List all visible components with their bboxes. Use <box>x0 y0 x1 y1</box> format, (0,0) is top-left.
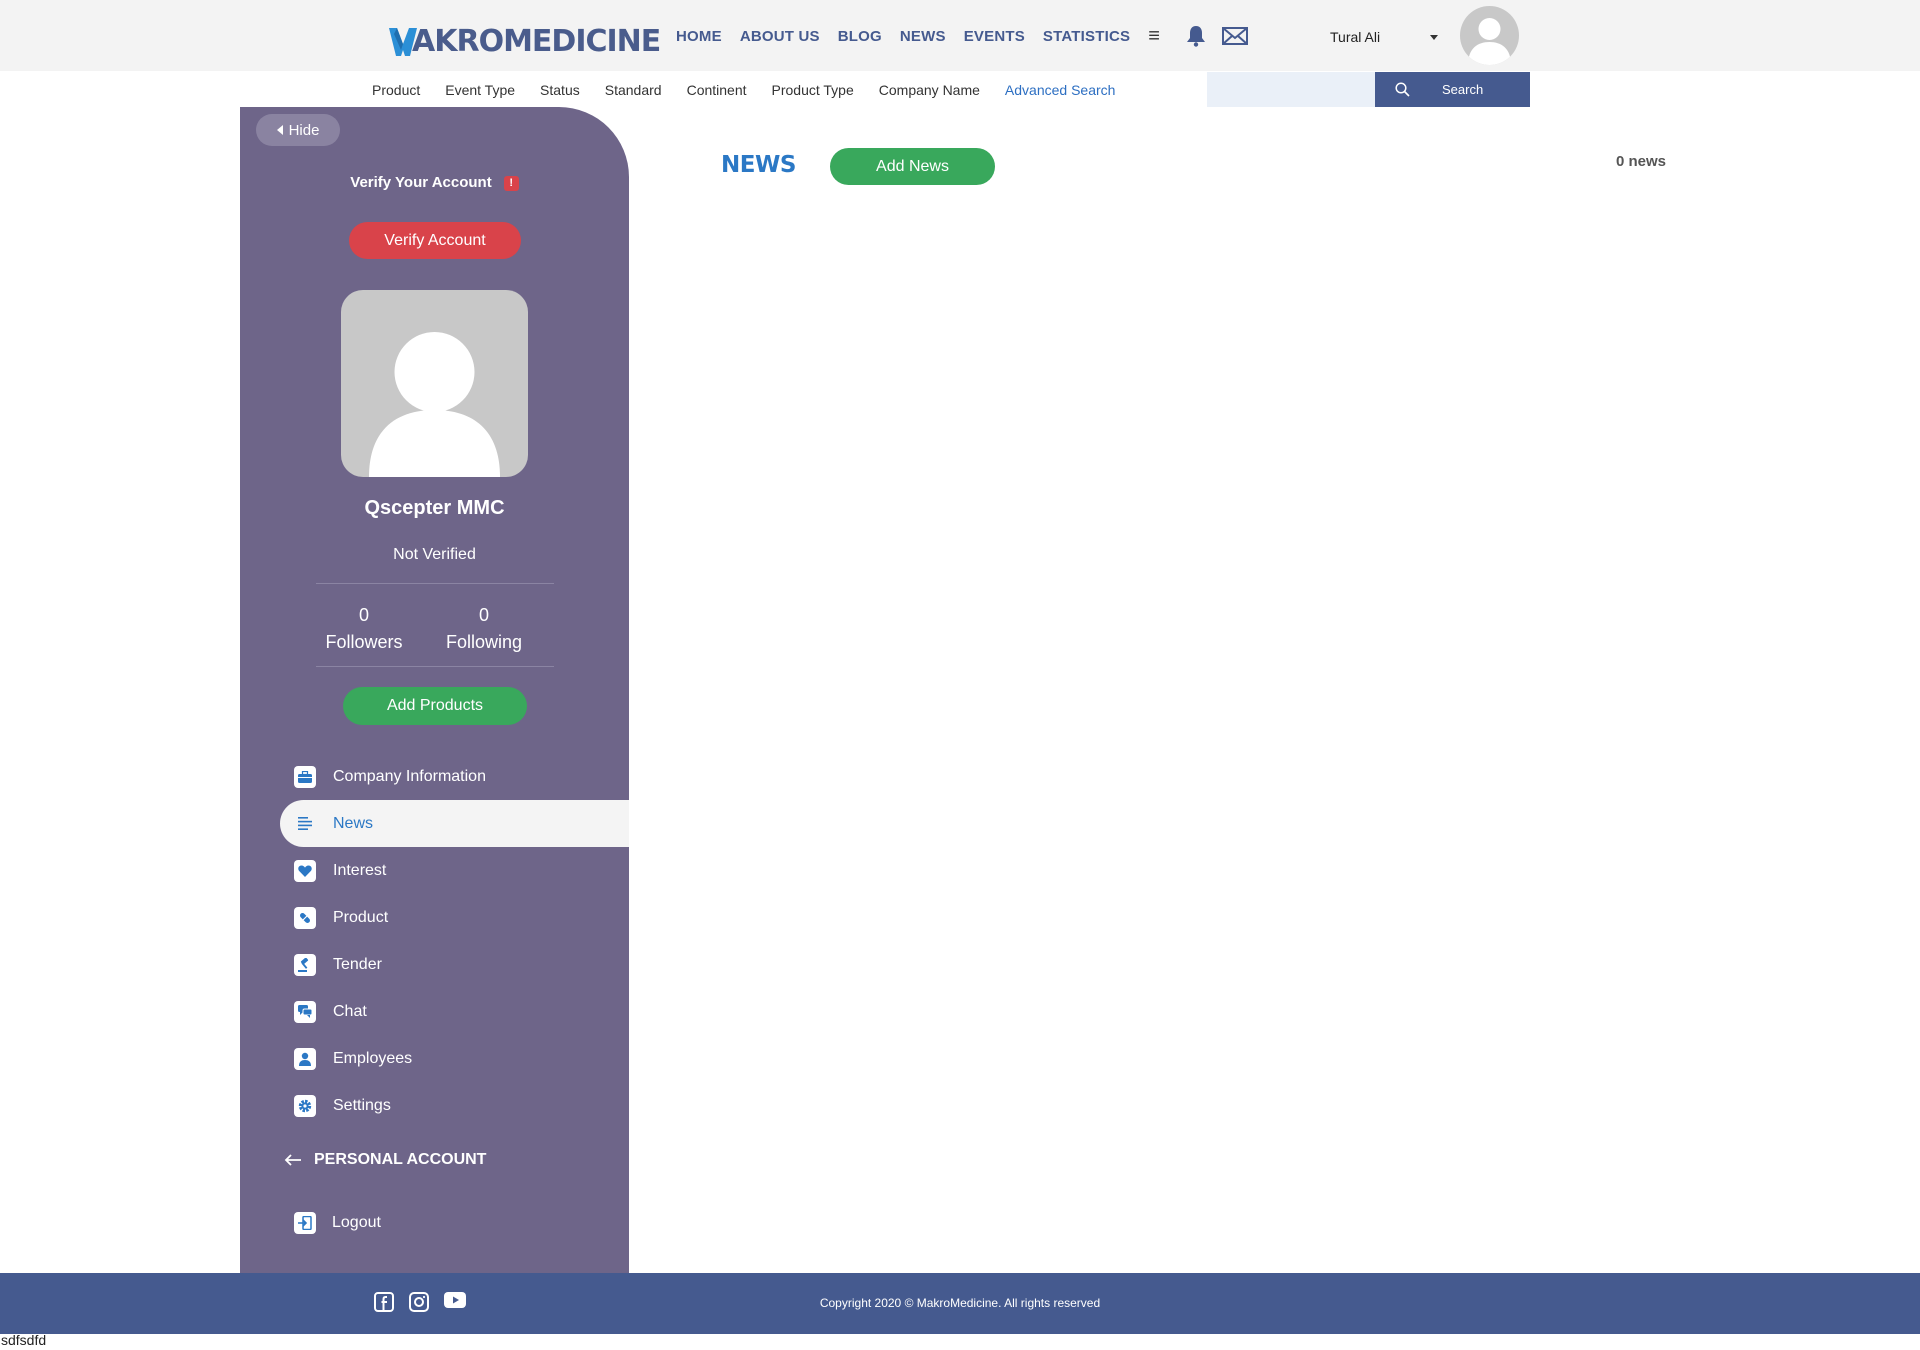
heart-icon <box>294 859 316 882</box>
logout-button[interactable]: Logout <box>294 1212 381 1234</box>
user-dropdown[interactable]: Tural Ali <box>1330 29 1438 45</box>
caret-left-icon <box>276 125 283 135</box>
followers-label: Followers <box>325 632 403 652</box>
verify-title-text: Verify Your Account <box>350 174 492 191</box>
company-name: Qscepter MMC <box>364 497 505 519</box>
nav-home[interactable]: HOME <box>676 28 722 45</box>
nav-blog[interactable]: BLOG <box>838 28 882 45</box>
sidebar-item-tender[interactable]: Tender <box>280 941 629 988</box>
personal-account-label: PERSONAL ACCOUNT <box>314 1151 487 1168</box>
hide-label: Hide <box>288 121 320 139</box>
news-count: 0 news <box>1615 153 1666 170</box>
bell-icon[interactable] <box>1186 25 1206 47</box>
sidebar-item-label: Tender <box>333 955 382 973</box>
filter-event-type[interactable]: Event Type <box>445 82 515 98</box>
sidebar-item-label: Product <box>333 908 389 926</box>
sidebar-item-label: Chat <box>333 1002 367 1020</box>
sidebar-item-label: Company Information <box>333 767 486 785</box>
chevron-down-icon <box>1430 34 1438 40</box>
search-input[interactable] <box>1207 72 1391 107</box>
main-nav: HOME ABOUT US BLOG NEWS EVENTS STATISTIC… <box>676 25 1264 47</box>
arrow-left-icon <box>284 1154 302 1166</box>
pill-icon <box>294 906 316 929</box>
divider <box>316 583 554 584</box>
add-products-button[interactable]: Add Products <box>343 687 527 725</box>
company-profile-picture[interactable] <box>341 290 528 477</box>
filter-continent[interactable]: Continent <box>687 82 747 98</box>
logout-label: Logout <box>332 1214 381 1231</box>
logo-wordmark: AKROMEDICINE <box>412 23 661 59</box>
filter-status[interactable]: Status <box>540 82 580 98</box>
divider <box>316 666 554 667</box>
personal-account-link[interactable]: PERSONAL ACCOUNT <box>284 1151 486 1169</box>
verify-account-button[interactable]: Verify Account <box>349 222 521 259</box>
nav-statistics[interactable]: STATISTICS <box>1043 28 1130 45</box>
sidebar-item-label: Settings <box>333 1096 391 1114</box>
nav-about-us[interactable]: ABOUT US <box>740 28 820 45</box>
nav-events[interactable]: EVENTS <box>964 28 1025 45</box>
briefcase-icon <box>294 765 316 788</box>
stray-text: sdfsdfd <box>1 1332 47 1348</box>
footer: Copyright 2020 © MakroMedicine. All righ… <box>0 1273 1920 1334</box>
sidebar-item-product[interactable]: Product <box>280 894 629 941</box>
avatar-placeholder-icon <box>1468 18 1511 65</box>
sidebar-item-settings[interactable]: Settings <box>280 1082 629 1129</box>
chat-icon <box>294 1000 316 1023</box>
sidebar-item-interest[interactable]: Interest <box>280 847 629 894</box>
search-button[interactable]: Search <box>1375 72 1530 107</box>
sidebar-item-employees[interactable]: Employees <box>280 1035 629 1082</box>
user-name: Tural Ali <box>1330 29 1381 45</box>
search-button-label: Search <box>1442 82 1484 97</box>
advanced-search-link[interactable]: Advanced Search <box>1005 82 1116 98</box>
copyright-text: Copyright 2020 © MakroMedicine. All righ… <box>819 1296 1101 1310</box>
top-header: AKROMEDICINE HOME ABOUT US BLOG NEWS EVE… <box>0 0 1920 71</box>
gear-icon <box>294 1094 316 1117</box>
followers-stat[interactable]: 0 Followers <box>304 602 424 656</box>
following-stat[interactable]: 0 Following <box>424 602 544 656</box>
add-news-button[interactable]: Add News <box>830 148 995 185</box>
followers-count: 0 <box>358 605 369 625</box>
makromedicine-logo[interactable]: AKROMEDICINE <box>388 20 661 60</box>
sidebar-item-label: News <box>333 814 374 832</box>
filter-product[interactable]: Product <box>372 82 420 98</box>
verify-account-heading: Verify Your Account! <box>240 174 629 191</box>
hamburger-icon[interactable]: ≡ <box>1148 26 1160 46</box>
hide-sidebar-button[interactable]: Hide <box>256 114 340 146</box>
search-icon <box>1395 82 1410 97</box>
filter-bar: Product Event Type Status Standard Conti… <box>372 72 1140 107</box>
sidebar-item-chat[interactable]: Chat <box>280 988 629 1035</box>
avatar[interactable] <box>1460 6 1519 65</box>
filter-standard[interactable]: Standard <box>605 82 662 98</box>
page-title: NEWS <box>721 152 796 178</box>
logout-icon <box>294 1212 316 1234</box>
person-icon <box>294 1047 316 1070</box>
following-label: Following <box>445 632 523 652</box>
sidebar-item-news[interactable]: News <box>280 800 629 847</box>
sidebar-item-label: Employees <box>333 1049 413 1067</box>
verification-status: Not Verified <box>393 546 476 563</box>
nav-news[interactable]: NEWS <box>900 28 946 45</box>
following-count: 0 <box>478 605 489 625</box>
envelope-icon[interactable] <box>1221 27 1248 45</box>
gavel-icon <box>294 953 316 976</box>
sidebar-item-company-information[interactable]: Company Information <box>280 753 629 800</box>
sidebar: Hide Verify Your Account! Verify Account… <box>240 107 629 1273</box>
sidebar-menu: Company Information News Interest Produc… <box>280 753 629 1129</box>
filter-company-name[interactable]: Company Name <box>879 82 980 98</box>
filter-product-type[interactable]: Product Type <box>772 82 854 98</box>
profile-placeholder-icon <box>369 332 500 477</box>
sidebar-item-label: Interest <box>333 861 387 879</box>
warning-icon: ! <box>503 176 519 191</box>
news-lines-icon <box>294 813 316 835</box>
